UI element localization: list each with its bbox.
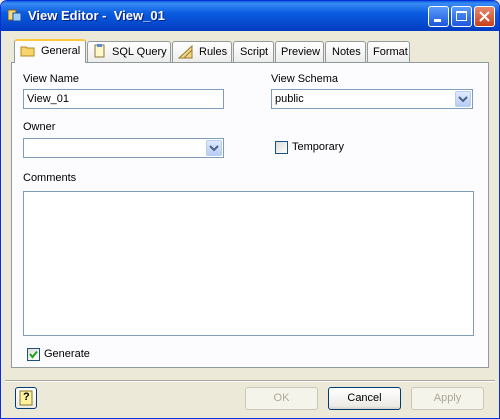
document-icon: [94, 44, 105, 58]
owner-dropdown-button[interactable]: [206, 140, 222, 156]
view-name-label: View Name: [23, 73, 80, 85]
cancel-label: Cancel: [347, 392, 382, 404]
generate-checkbox[interactable]: [27, 348, 40, 361]
view-editor-window: View Editor - View_01 General SQL Query …: [0, 0, 500, 419]
tab-preview[interactable]: Preview: [275, 41, 324, 62]
ruler-icon: [178, 45, 193, 59]
minimize-button[interactable]: [428, 6, 449, 27]
tab-script-label: Script: [240, 46, 269, 58]
tab-notes[interactable]: Notes: [325, 41, 366, 62]
view-name-input[interactable]: View_01: [23, 89, 224, 109]
view-editor-app-icon: [8, 9, 22, 22]
tab-script[interactable]: Script: [233, 41, 274, 62]
tab-preview-label: Preview: [281, 46, 321, 58]
view-schema-dropdown-button[interactable]: [455, 91, 471, 107]
view-schema-value: public: [275, 93, 304, 105]
checkmark-icon: [29, 350, 38, 359]
tab-notes-label: Notes: [332, 46, 361, 58]
owner-label: Owner: [23, 121, 56, 133]
footer-separator: [5, 380, 495, 382]
tab-rules[interactable]: Rules: [172, 41, 232, 62]
tab-sql-query-label: SQL Query: [112, 46, 167, 58]
view-schema-combo[interactable]: public: [271, 89, 473, 109]
comments-textarea[interactable]: [23, 191, 474, 336]
tab-format-label: Format: [373, 46, 408, 58]
folder-icon: [20, 46, 35, 57]
owner-combo[interactable]: [23, 138, 224, 158]
generate-label[interactable]: Generate: [44, 348, 90, 360]
apply-label: Apply: [433, 392, 462, 404]
cancel-button[interactable]: Cancel: [328, 387, 401, 410]
ok-label: OK: [273, 392, 290, 404]
chevron-down-icon: [209, 145, 219, 152]
close-icon: [479, 11, 490, 22]
window-title: View Editor - View_01: [28, 8, 165, 23]
maximize-button[interactable]: [451, 6, 472, 27]
minimize-icon: [434, 19, 441, 22]
temporary-checkbox[interactable]: [275, 141, 288, 154]
apply-button[interactable]: Apply: [411, 387, 484, 410]
tab-sql-query[interactable]: SQL Query: [87, 41, 171, 62]
tab-general[interactable]: General: [14, 39, 86, 63]
temporary-label[interactable]: Temporary: [292, 141, 344, 153]
tab-general-label: General: [41, 45, 81, 57]
view-name-value: View_01: [27, 93, 69, 105]
ok-button[interactable]: OK: [245, 387, 318, 410]
close-button[interactable]: [474, 6, 495, 27]
tab-format[interactable]: Format: [367, 41, 410, 62]
title-bar[interactable]: View Editor - View_01: [1, 1, 499, 31]
comments-label: Comments: [23, 172, 77, 184]
help-label: ?: [23, 391, 30, 403]
chevron-down-icon: [458, 96, 468, 103]
tab-rules-label: Rules: [199, 46, 228, 58]
maximize-icon: [456, 11, 467, 21]
view-schema-label: View Schema: [271, 73, 339, 85]
help-button[interactable]: ?: [15, 387, 37, 409]
